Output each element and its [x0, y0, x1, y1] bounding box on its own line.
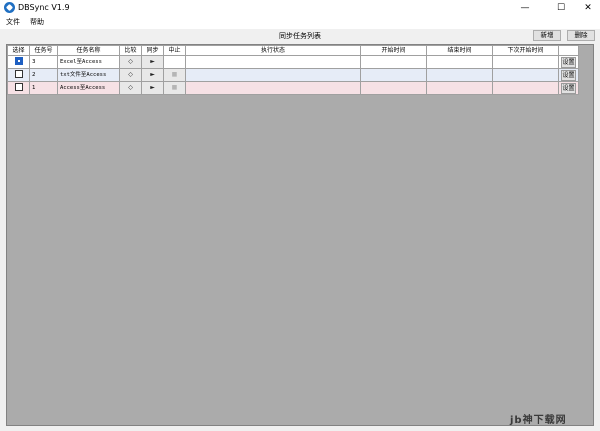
compare-button[interactable]: ◇	[119, 81, 142, 95]
app-window: DBSync V1.9 — ☐ ✕ 文件 帮助 同步任务列表 新增 删除 选择 …	[0, 0, 600, 431]
status-cell	[185, 55, 361, 69]
abort-cell	[163, 55, 186, 69]
next-start-time-cell	[492, 81, 559, 95]
task-id-cell: 2	[29, 68, 58, 82]
select-cell[interactable]	[7, 81, 30, 95]
menu-help[interactable]: 帮助	[30, 17, 44, 28]
compare-button[interactable]: ◇	[119, 55, 142, 69]
task-name-cell: Access至Access	[57, 81, 120, 95]
row-checkbox[interactable]	[14, 70, 23, 78]
toolbar: 同步任务列表 新增 删除	[0, 29, 600, 43]
compare-icon: ◇	[128, 84, 133, 91]
sync-button[interactable]: ►	[141, 81, 164, 95]
column-header-task-id[interactable]: 任务号	[29, 45, 58, 56]
task-name-cell: txt文件至Access	[57, 68, 120, 82]
abort-button[interactable]: ■	[163, 81, 186, 95]
stop-icon: ■	[171, 84, 178, 91]
start-time-cell	[360, 68, 427, 82]
column-header-compare[interactable]: 比较	[119, 45, 142, 56]
end-time-cell	[426, 81, 493, 95]
abort-button[interactable]: ■	[163, 68, 186, 82]
delete-task-button[interactable]: 删除	[567, 30, 595, 41]
play-icon: ►	[150, 84, 155, 91]
settings-button[interactable]: 设置	[561, 82, 576, 94]
compare-button[interactable]: ◇	[119, 68, 142, 82]
watermark-text: jb神下载网	[510, 415, 567, 426]
minimize-button[interactable]: —	[510, 0, 540, 16]
settings-cell: 设置	[558, 55, 579, 69]
task-grid: 选择 任务号 任务名称 比较 同步 中止 执行状态 开始时间 结束时间 下次开始…	[6, 44, 594, 426]
status-cell	[185, 68, 361, 82]
end-time-cell	[426, 55, 493, 69]
table-row[interactable]: 2 txt文件至Access ◇ ► ■ 设置	[7, 68, 579, 82]
column-header-task-name[interactable]: 任务名称	[57, 45, 120, 56]
column-header-sync[interactable]: 同步	[141, 45, 164, 56]
app-logo-icon	[4, 2, 15, 13]
title-bar[interactable]: DBSync V1.9 — ☐ ✕	[0, 0, 600, 16]
column-header-select[interactable]: 选择	[7, 45, 30, 56]
column-header-status[interactable]: 执行状态	[185, 45, 361, 56]
select-cell[interactable]	[7, 68, 30, 82]
settings-button[interactable]: 设置	[561, 56, 576, 68]
task-table: 选择 任务号 任务名称 比较 同步 中止 执行状态 开始时间 结束时间 下次开始…	[7, 45, 579, 95]
table-row[interactable]: 1 Access至Access ◇ ► ■ 设置	[7, 81, 579, 95]
add-task-button[interactable]: 新增	[533, 30, 561, 41]
column-header-start-time[interactable]: 开始时间	[360, 45, 427, 56]
column-header-end-time[interactable]: 结束时间	[426, 45, 493, 56]
start-time-cell	[360, 81, 427, 95]
table-header: 选择 任务号 任务名称 比较 同步 中止 执行状态 开始时间 结束时间 下次开始…	[7, 45, 579, 56]
settings-cell: 设置	[558, 68, 579, 82]
end-time-cell	[426, 68, 493, 82]
settings-button[interactable]: 设置	[561, 69, 576, 81]
sync-button[interactable]: ►	[141, 55, 164, 69]
column-header-next-start-time[interactable]: 下次开始时间	[492, 45, 559, 56]
row-checkbox[interactable]	[14, 57, 23, 65]
sync-button[interactable]: ►	[141, 68, 164, 82]
compare-icon: ◇	[128, 71, 133, 78]
maximize-button[interactable]: ☐	[546, 0, 576, 16]
status-cell	[185, 81, 361, 95]
menu-file[interactable]: 文件	[6, 17, 20, 28]
task-list-title: 同步任务列表	[279, 32, 321, 40]
compare-icon: ◇	[128, 58, 133, 65]
task-id-cell: 3	[29, 55, 58, 69]
next-start-time-cell	[492, 55, 559, 69]
window-title: DBSync V1.9	[18, 3, 70, 12]
close-button[interactable]: ✕	[573, 0, 600, 16]
next-start-time-cell	[492, 68, 559, 82]
play-icon: ►	[150, 58, 155, 65]
start-time-cell	[360, 55, 427, 69]
stop-icon: ■	[171, 71, 178, 78]
table-row[interactable]: 3 Excel至Access ◇ ► 设置	[7, 55, 579, 69]
task-name-cell: Excel至Access	[57, 55, 120, 69]
row-checkbox[interactable]	[14, 83, 23, 91]
play-icon: ►	[150, 71, 155, 78]
select-cell[interactable]	[7, 55, 30, 69]
settings-cell: 设置	[558, 81, 579, 95]
column-header-abort[interactable]: 中止	[163, 45, 186, 56]
menu-bar: 文件 帮助	[0, 16, 600, 29]
column-header-settings	[558, 45, 579, 56]
task-id-cell: 1	[29, 81, 58, 95]
